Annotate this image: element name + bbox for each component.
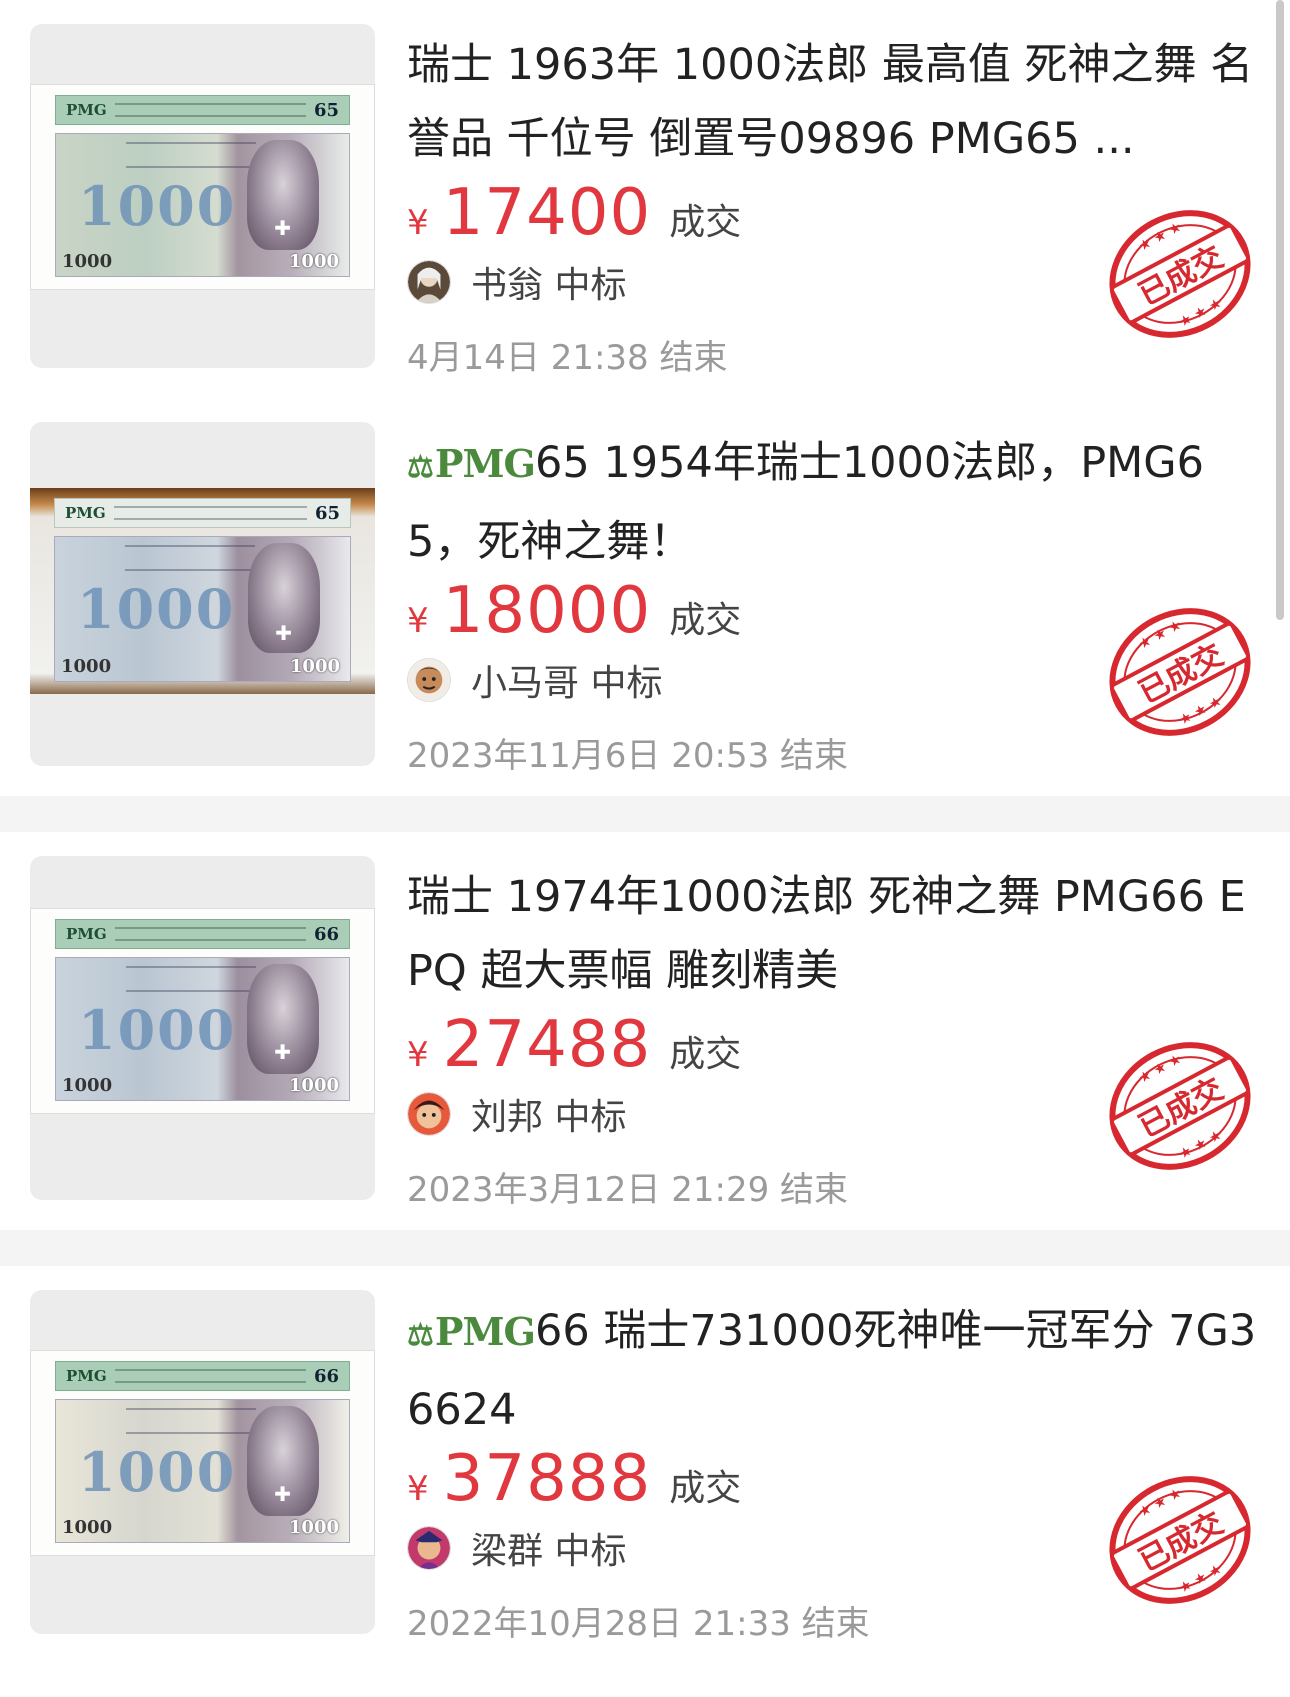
deal-label: 成交 [669, 600, 742, 641]
listing-title[interactable]: 瑞士 1974年1000法郎 死神之舞 PMG66 EPQ 超大票幅 雕刻精美 [407, 860, 1267, 1008]
svg-text:★ ★ ★: ★ ★ ★ [1136, 219, 1185, 255]
slab-label: PMG 66 [55, 1361, 350, 1391]
winner-label: 小马哥 中标 [471, 663, 663, 704]
slab-grade: 66 [313, 1365, 339, 1387]
end-time: 2023年3月12日 21:29 结束 [407, 1170, 849, 1210]
listing-thumbnail[interactable]: PMG 66 1000 ✚ 1000 1000 [30, 856, 375, 1200]
sold-stamp-icon: 已成交 ★ ★ ★ ★ ★ ★ [1109, 608, 1251, 736]
pmg-slab-image: PMG 66 1000 ✚ 1000 1000 [30, 1350, 375, 1556]
banknote-denomination: 1000 [78, 998, 237, 1062]
listing-card[interactable]: PMG 65 1000 ✚ 1000 1000 ⚖PMG65 1954年瑞士10… [0, 398, 1290, 796]
pmg-logo-icon: ⚖PMG [407, 441, 536, 486]
price-row: ¥ 37888 成交 [407, 1442, 741, 1518]
banknote-image: 1000 ✚ 1000 1000 [54, 536, 351, 682]
winner-label: 刘邦 中标 [471, 1097, 627, 1138]
banknote-image: 1000 ✚ 1000 1000 [55, 957, 350, 1101]
deal-label: 成交 [669, 1468, 742, 1509]
final-price: 37888 [442, 1442, 652, 1516]
end-time: 4月14日 21:38 结束 [407, 338, 728, 378]
pmg-slab-image: PMG 66 1000 ✚ 1000 1000 [30, 908, 375, 1114]
currency-symbol: ¥ [407, 203, 429, 243]
end-time: 2023年11月6日 20:53 结束 [407, 736, 849, 776]
listing-title[interactable]: ⚖PMG66 瑞士731000死神唯一冠军分 7G36624 [407, 1294, 1267, 1442]
pmg-logo-icon: ⚖PMG [407, 1309, 536, 1354]
winner-label: 书翁 中标 [471, 265, 627, 306]
listing-title[interactable]: ⚖PMG65 1954年瑞士1000法郎，PMG65，死神之舞！ [407, 426, 1267, 574]
sold-stamp-icon: 已成交 ★ ★ ★ ★ ★ ★ [1109, 1476, 1251, 1604]
buyer-avatar[interactable] [407, 658, 451, 702]
price-row: ¥ 17400 成交 [407, 176, 741, 252]
final-price: 27488 [442, 1008, 652, 1082]
listing-thumbnail[interactable]: PMG 66 1000 ✚ 1000 1000 [30, 1290, 375, 1634]
currency-symbol: ¥ [407, 1035, 429, 1075]
listing-thumbnail[interactable]: PMG 65 1000 ✚ 1000 1000 [30, 24, 375, 368]
sold-stamp-icon: 已成交 ★ ★ ★ ★ ★ ★ [1109, 1042, 1251, 1170]
deal-label: 成交 [669, 1034, 742, 1075]
banknote-denomination: 1000 [78, 1440, 237, 1504]
final-price: 17400 [442, 176, 652, 250]
winner-label: 梁群 中标 [471, 1531, 627, 1572]
banknote-image: 1000 ✚ 1000 1000 [55, 133, 350, 277]
listing-card[interactable]: PMG 66 1000 ✚ 1000 1000 ⚖PMG66 瑞士731000死… [0, 1266, 1290, 1697]
pmg-slab-image: PMG 65 1000 ✚ 1000 1000 [30, 84, 375, 290]
slab-label: PMG 65 [54, 498, 351, 528]
slab-brand: PMG [66, 1367, 107, 1385]
final-price: 18000 [442, 574, 652, 648]
buyer-avatar[interactable] [407, 1526, 451, 1570]
winner-row[interactable]: 刘邦 中标 [407, 1090, 626, 1138]
slab-grade: 65 [313, 99, 339, 121]
currency-symbol: ¥ [407, 601, 429, 641]
deal-label: 成交 [669, 202, 742, 243]
scrollbar-thumb[interactable] [1276, 0, 1284, 620]
slab-brand: PMG [66, 925, 107, 943]
svg-text:★ ★ ★: ★ ★ ★ [1136, 617, 1185, 653]
end-time: 2022年10月28日 21:33 结束 [407, 1604, 870, 1644]
winner-row[interactable]: 书翁 中标 [407, 258, 626, 306]
slab-label: PMG 65 [55, 95, 350, 125]
banknote-denomination: 1000 [78, 174, 237, 238]
listing-card[interactable]: PMG 65 1000 ✚ 1000 1000 瑞士 1963年 1000法郎 … [0, 0, 1290, 398]
pmg-slab-image: PMG 65 1000 ✚ 1000 1000 [30, 488, 375, 694]
winner-row[interactable]: 小马哥 中标 [407, 656, 662, 704]
price-row: ¥ 27488 成交 [407, 1008, 741, 1084]
currency-symbol: ¥ [407, 1469, 429, 1509]
buyer-avatar[interactable] [407, 1092, 451, 1136]
slab-brand: PMG [65, 504, 106, 522]
banknote-denomination: 1000 [77, 577, 236, 641]
price-row: ¥ 18000 成交 [407, 574, 741, 650]
listing-card[interactable]: PMG 66 1000 ✚ 1000 1000 瑞士 1974年1000法郎 死… [0, 832, 1290, 1230]
svg-text:★ ★ ★: ★ ★ ★ [1136, 1485, 1185, 1521]
banknote-image: 1000 ✚ 1000 1000 [55, 1399, 350, 1543]
winner-row[interactable]: 梁群 中标 [407, 1524, 626, 1572]
listing-title[interactable]: 瑞士 1963年 1000法郎 最高值 死神之舞 名誉品 千位号 倒置号0989… [407, 28, 1267, 176]
slab-label: PMG 66 [55, 919, 350, 949]
svg-text:★ ★ ★: ★ ★ ★ [1136, 1051, 1185, 1087]
slab-brand: PMG [66, 101, 107, 119]
listing-thumbnail[interactable]: PMG 65 1000 ✚ 1000 1000 [30, 422, 375, 766]
buyer-avatar[interactable] [407, 260, 451, 304]
sold-stamp-icon: 已成交 ★ ★ ★ ★ ★ ★ [1109, 210, 1251, 338]
slab-grade: 66 [313, 923, 339, 945]
slab-grade: 65 [314, 502, 340, 524]
